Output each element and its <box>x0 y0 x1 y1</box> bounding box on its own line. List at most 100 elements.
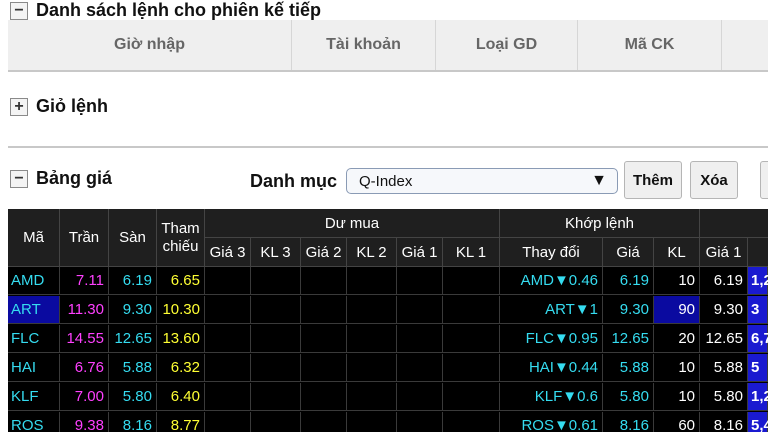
category-select[interactable]: Q-Index ▼ <box>346 168 618 194</box>
header-bid-volume-2[interactable]: KL 2 <box>347 238 397 267</box>
cell-bid-volume-3 <box>251 412 301 432</box>
cell-bid-volume-2 <box>347 296 397 324</box>
section-divider <box>8 146 768 148</box>
header-match-volume[interactable]: KL <box>654 238 700 267</box>
column-extra <box>722 20 768 70</box>
column-trade-type[interactable]: Loại GD <box>436 20 578 70</box>
cell-bid-volume-1 <box>443 412 500 432</box>
cell-reference: 10.30 <box>157 296 205 324</box>
cell-change: FLC▼0.95 <box>500 325 603 353</box>
cell-reference: 8.77 <box>157 412 205 432</box>
cell-match-price: 5.80 <box>603 383 654 411</box>
header-symbol[interactable]: Mã <box>8 209 60 267</box>
header-ask-group <box>700 209 768 238</box>
cell-bid-price-2 <box>301 354 347 382</box>
header-bid-price-2[interactable]: Giá 2 <box>301 238 347 267</box>
cell-symbol: AMD <box>8 267 60 295</box>
cell-bid-volume-1 <box>443 267 500 295</box>
cell-bid-price-3 <box>205 267 251 295</box>
cell-ask-volume-1: 1,2 <box>748 383 768 411</box>
header-ask-price-1[interactable]: Giá 1 <box>700 238 748 267</box>
cell-change: HAI▼0.44 <box>500 354 603 382</box>
header-change[interactable]: Thay đổi <box>500 238 603 267</box>
cell-bid-price-2 <box>301 325 347 353</box>
cell-ask-price-1: 8.16 <box>700 412 748 432</box>
cell-symbol: ART <box>8 296 60 324</box>
cell-ask-volume-1: 5,4 <box>748 412 768 432</box>
next-session-orders-columns: Giờ nhập Tài khoản Loại GD Mã CK <box>8 20 768 72</box>
header-bid-volume-3[interactable]: KL 3 <box>251 238 301 267</box>
cell-bid-price-2 <box>301 267 347 295</box>
header-bid-price-1[interactable]: Giá 1 <box>397 238 443 267</box>
cell-bid-price-2 <box>301 296 347 324</box>
cell-bid-price-1 <box>397 325 443 353</box>
price-board-table: Mã Trần Sàn Tham chiếu Dư mua Khớp lệnh … <box>8 209 768 432</box>
header-reference[interactable]: Tham chiếu <box>157 209 205 267</box>
cell-bid-price-3 <box>205 354 251 382</box>
cell-bid-volume-3 <box>251 325 301 353</box>
cell-ceiling: 9.38 <box>60 412 109 432</box>
header-match-price[interactable]: Giá <box>603 238 654 267</box>
add-button[interactable]: Thêm <box>624 161 682 199</box>
cell-bid-price-1 <box>397 412 443 432</box>
cell-bid-volume-2 <box>347 412 397 432</box>
cell-bid-volume-3 <box>251 267 301 295</box>
cell-match-price: 9.30 <box>603 296 654 324</box>
cell-bid-price-1 <box>397 383 443 411</box>
cell-floor: 12.65 <box>109 325 157 353</box>
next-session-orders-title: Danh sách lệnh cho phiên kế tiếp <box>36 0 322 20</box>
cell-ask-volume-1: 3 <box>748 296 768 324</box>
header-bid-group: Dư mua <box>205 209 500 238</box>
table-row[interactable]: HAI 6.76 5.88 6.32 HAI▼0.44 5.88 10 5.88 5 <box>8 354 768 383</box>
header-ceiling[interactable]: Trần <box>60 209 109 267</box>
table-row[interactable]: KLF 7.00 5.80 6.40 KLF▼0.6 5.80 10 5.80 1,2 <box>8 383 768 412</box>
dropdown-arrow-icon[interactable]: ▼ <box>591 172 607 190</box>
cell-symbol: HAI <box>8 354 60 382</box>
cell-match-volume: 20 <box>654 325 700 353</box>
cell-change: AMD▼0.46 <box>500 267 603 295</box>
cell-ceiling: 6.76 <box>60 354 109 382</box>
cell-bid-volume-1 <box>443 325 500 353</box>
cell-bid-volume-3 <box>251 383 301 411</box>
collapse-icon[interactable]: − <box>10 169 28 188</box>
more-button[interactable] <box>760 161 768 199</box>
category-value: Q-Index <box>359 172 413 190</box>
header-bid-volume-1[interactable]: KL 1 <box>443 238 500 267</box>
cell-symbol: ROS <box>8 412 60 432</box>
cell-match-volume: 10 <box>654 354 700 382</box>
column-account[interactable]: Tài khoản <box>292 20 436 70</box>
cell-floor: 9.30 <box>109 296 157 324</box>
price-board-header: − Bảng giá <box>10 168 112 189</box>
cell-bid-price-3 <box>205 412 251 432</box>
cell-bid-price-2 <box>301 412 347 432</box>
table-row[interactable]: ROS 9.38 8.16 8.77 ROS▼0.61 8.16 60 8.16 5,4 <box>8 412 768 432</box>
header-floor[interactable]: Sàn <box>109 209 157 267</box>
cell-ceiling: 14.55 <box>60 325 109 353</box>
column-symbol[interactable]: Mã CK <box>578 20 722 70</box>
collapse-icon[interactable]: − <box>10 1 28 20</box>
cell-bid-volume-2 <box>347 267 397 295</box>
table-row[interactable]: AMD 7.11 6.19 6.65 AMD▼0.46 6.19 10 6.19 1,2 <box>8 267 768 296</box>
cell-symbol: FLC <box>8 325 60 353</box>
delete-button[interactable]: Xóa <box>690 161 738 199</box>
cell-floor: 6.19 <box>109 267 157 295</box>
cell-ask-price-1: 12.65 <box>700 325 748 353</box>
table-row[interactable]: ART 11.30 9.30 10.30 ART▼1 9.30 90 9.30 3 <box>8 296 768 325</box>
price-board-title: Bảng giá <box>36 168 113 188</box>
cell-ask-volume-1: 6,7 <box>748 325 768 353</box>
cell-floor: 5.80 <box>109 383 157 411</box>
table-row[interactable]: FLC 14.55 12.65 13.60 FLC▼0.95 12.65 20 12.65 6,… <box>8 325 768 354</box>
cell-bid-price-1 <box>397 296 443 324</box>
cell-ask-volume-1: 5 <box>748 354 768 382</box>
header-bid-price-3[interactable]: Giá 3 <box>205 238 251 267</box>
cell-reference: 13.60 <box>157 325 205 353</box>
cell-bid-volume-1 <box>443 354 500 382</box>
cell-bid-volume-2 <box>347 383 397 411</box>
cell-change: ROS▼0.61 <box>500 412 603 432</box>
column-entry-time[interactable]: Giờ nhập <box>8 20 292 70</box>
cell-match-volume: 90 <box>654 296 700 324</box>
cell-ceiling: 7.11 <box>60 267 109 295</box>
expand-icon[interactable]: + <box>10 97 28 116</box>
cell-bid-volume-3 <box>251 354 301 382</box>
cell-ask-price-1: 5.88 <box>700 354 748 382</box>
